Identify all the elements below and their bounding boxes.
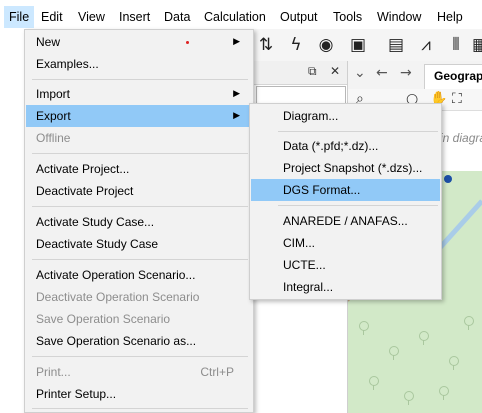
tab-geographic[interactable]: Geograp	[424, 64, 482, 89]
menu-item-label: Print...	[36, 365, 71, 379]
library-icon[interactable]: ⦀	[446, 34, 466, 56]
menu-item-import[interactable]: Import ▶	[26, 83, 252, 105]
menu-item-label: Export	[36, 109, 71, 123]
menu-data[interactable]: Data	[164, 9, 190, 25]
menu-item-new[interactable]: New ▶	[26, 31, 252, 53]
menu-item-activate-study-case[interactable]: Activate Study Case...	[26, 211, 252, 233]
tree-icon	[403, 391, 414, 405]
menu-calculation[interactable]: Calculation	[204, 9, 266, 25]
menu-separator	[32, 408, 248, 409]
menu-item-print[interactable]: Print... Ctrl+P	[26, 361, 252, 383]
menu-item-deactivate-operation-scenario[interactable]: Deactivate Operation Scenario	[26, 286, 252, 308]
menu-tools[interactable]: Tools	[333, 9, 362, 25]
fault-icon[interactable]: ◉	[316, 34, 336, 56]
menu-separator	[32, 206, 248, 207]
menu-item-label: Activate Project...	[36, 162, 130, 176]
tree-icon	[463, 316, 474, 330]
menu-item-label: Examples...	[36, 57, 99, 71]
menu-item-label: Deactivate Project	[36, 184, 134, 198]
menu-item-shortcut: Ctrl+P	[200, 365, 234, 379]
float-panel-icon[interactable]: ⧉	[308, 64, 317, 79]
menu-item-export[interactable]: Export ▶	[26, 105, 252, 127]
file-menu: New ▶ Examples... Import ▶ Export ▶ Offl…	[24, 29, 254, 413]
menu-item-label: New	[36, 35, 61, 49]
export-item-project-snapshot[interactable]: Project Snapshot (*.dzs)...	[251, 157, 440, 179]
menu-separator	[32, 79, 248, 80]
menu-item-label: Save Operation Scenario as...	[36, 334, 197, 348]
tree-icon	[438, 386, 449, 400]
menu-item-label: Printer Setup...	[36, 387, 117, 401]
indicator-dot	[186, 41, 189, 44]
tree-icon[interactable]: ▦	[470, 34, 482, 56]
export-item-cim[interactable]: CIM...	[251, 232, 440, 254]
menu-item-activate-project[interactable]: Activate Project...	[26, 158, 252, 180]
export-item-diagram[interactable]: Diagram...	[251, 105, 440, 127]
export-item-dgs-format[interactable]: DGS Format...	[251, 179, 440, 201]
export-submenu: Diagram... Data (*.pfd;*.dz)... Project …	[249, 103, 442, 300]
submenu-arrow-icon: ▶	[233, 111, 240, 121]
script-icon[interactable]: ▣	[348, 34, 368, 56]
tab-list-icon[interactable]: ⌄	[354, 65, 366, 81]
export-item-data[interactable]: Data (*.pfd;*.dz)...	[251, 135, 440, 157]
menu-item-deactivate-project[interactable]: Deactivate Project	[26, 180, 252, 202]
plot-icon[interactable]: ⩘	[416, 34, 436, 56]
menu-item-activate-operation-scenario[interactable]: Activate Operation Scenario...	[26, 264, 252, 286]
tree-icon	[358, 321, 369, 335]
menu-separator	[32, 356, 248, 357]
tree-icon	[368, 376, 379, 390]
menu-item-deactivate-study-case[interactable]: Deactivate Study Case	[26, 233, 252, 255]
menu-insert[interactable]: Insert	[119, 9, 150, 25]
transfer-icon[interactable]: ⇅	[256, 34, 276, 56]
menu-output[interactable]: Output	[280, 9, 318, 25]
submenu-arrow-icon: ▶	[233, 37, 240, 47]
menu-separator	[278, 131, 438, 132]
panel-header: ⧉ ✕	[252, 61, 348, 85]
menu-separator	[278, 205, 438, 206]
menu-bar: File Edit View Insert Data Calculation O…	[0, 0, 482, 29]
submenu-arrow-icon: ▶	[233, 89, 240, 99]
menu-item-label: Offline	[36, 131, 71, 145]
tree-icon	[448, 356, 459, 370]
menu-item-label: Import	[36, 87, 71, 101]
report-icon[interactable]: ▤	[386, 34, 406, 56]
menu-edit[interactable]: Edit	[41, 9, 63, 25]
zoom-extent-icon[interactable]: ⛶	[452, 91, 462, 107]
export-item-integral[interactable]: Integral...	[251, 276, 440, 298]
close-panel-icon[interactable]: ✕	[330, 64, 340, 78]
menu-separator	[32, 153, 248, 154]
menu-item-label: Deactivate Study Case	[36, 237, 159, 251]
main-toolbar: ⇅ ϟ ◉ ▣ ▤ ⩘ ⦀ ▦	[252, 29, 482, 61]
export-item-anarede-anafas[interactable]: ANAREDE / ANAFAS...	[251, 210, 440, 232]
export-item-ucte[interactable]: UCTE...	[251, 254, 440, 276]
menu-item-save-operation-scenario[interactable]: Save Operation Scenario	[26, 308, 252, 330]
menu-item-printer-setup[interactable]: Printer Setup...	[26, 383, 252, 405]
tree-icon	[388, 346, 399, 360]
menu-item-label: Deactivate Operation Scenario	[36, 290, 200, 304]
tree-icon	[418, 331, 429, 345]
menu-item-save-operation-scenario-as[interactable]: Save Operation Scenario as...	[26, 330, 252, 352]
menu-item-offline[interactable]: Offline	[26, 127, 252, 149]
forward-icon[interactable]: →	[400, 65, 412, 81]
back-icon[interactable]: ←	[376, 65, 388, 81]
lightning-icon[interactable]: ϟ	[286, 34, 306, 56]
menu-item-label: Activate Study Case...	[36, 215, 155, 229]
menu-separator	[32, 259, 248, 260]
menu-view[interactable]: View	[78, 9, 105, 25]
menu-help[interactable]: Help	[437, 9, 463, 25]
menu-item-label: Activate Operation Scenario...	[36, 268, 196, 282]
menu-window[interactable]: Window	[377, 9, 421, 25]
menu-file[interactable]: File	[4, 6, 35, 28]
menu-item-examples[interactable]: Examples...	[26, 53, 252, 75]
menu-item-label: Save Operation Scenario	[36, 312, 171, 326]
